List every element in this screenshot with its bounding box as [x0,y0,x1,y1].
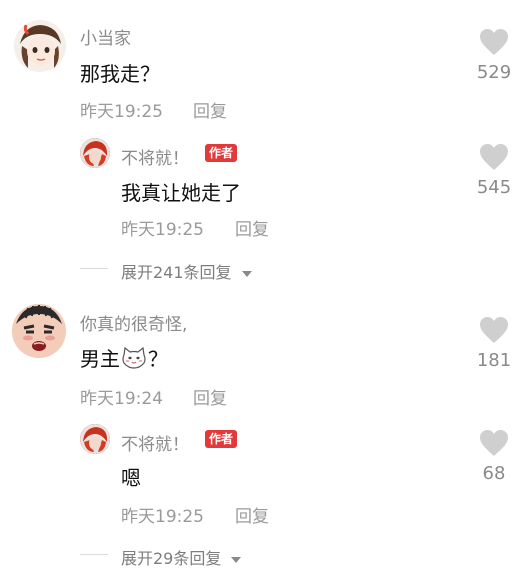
author-avatar[interactable] [80,138,110,168]
divider [80,268,108,269]
like-button[interactable]: 545 [469,143,519,198]
author-avatar[interactable] [80,424,110,454]
reply-button[interactable]: 回复 [235,502,269,527]
like-count: 181 [476,350,512,371]
heart-icon [480,144,508,170]
chevron-down-icon [241,270,252,277]
heart-icon [480,430,508,456]
reply-time: 昨天19:25 [121,507,204,527]
heart-icon [480,29,508,55]
comment-content: 男主 ？ [80,343,168,372]
reply-content: 我真让她走了 [121,181,241,205]
comment-content-text: 男主 [80,347,120,371]
reply-button[interactable]: 回复 [235,215,269,240]
like-count: 545 [476,177,512,198]
like-button[interactable]: 68 [469,429,519,484]
chevron-down-icon [231,556,242,563]
like-count: 68 [482,463,506,484]
comment-username[interactable]: 你真的很奇怪, [80,310,187,335]
reply-username[interactable]: 不将就！ [121,430,189,455]
comment-time: 昨天19:24 [80,389,163,409]
heart-icon [480,317,508,343]
reply-button[interactable]: 回复 [193,384,227,409]
comment-username[interactable]: 小当家 [80,24,131,49]
divider [80,554,108,555]
author-badge: 作者 [205,430,238,448]
reply-content: 嗯 [121,466,141,490]
comment-content: 那我走？ [80,62,160,86]
avatar[interactable] [12,304,66,358]
like-button[interactable]: 181 [469,316,519,371]
reply-time: 昨天19:25 [121,220,204,240]
avatar[interactable] [14,20,66,72]
expand-replies-button[interactable]: 展开29条回复 [121,545,242,569]
cat-face-emoji-icon [122,346,146,369]
expand-replies-label: 展开29条回复 [121,549,222,568]
like-button[interactable]: 529 [469,28,519,83]
expand-replies-label: 展开241条回复 [121,263,232,282]
reply-username[interactable]: 不将就！ [121,144,189,169]
comment-time: 昨天19:25 [80,102,163,122]
reply-button[interactable]: 回复 [193,97,227,122]
comment-content-suffix: ？ [148,347,168,371]
like-count: 529 [476,62,512,83]
expand-replies-button[interactable]: 展开241条回复 [121,259,253,283]
author-badge: 作者 [205,144,238,162]
